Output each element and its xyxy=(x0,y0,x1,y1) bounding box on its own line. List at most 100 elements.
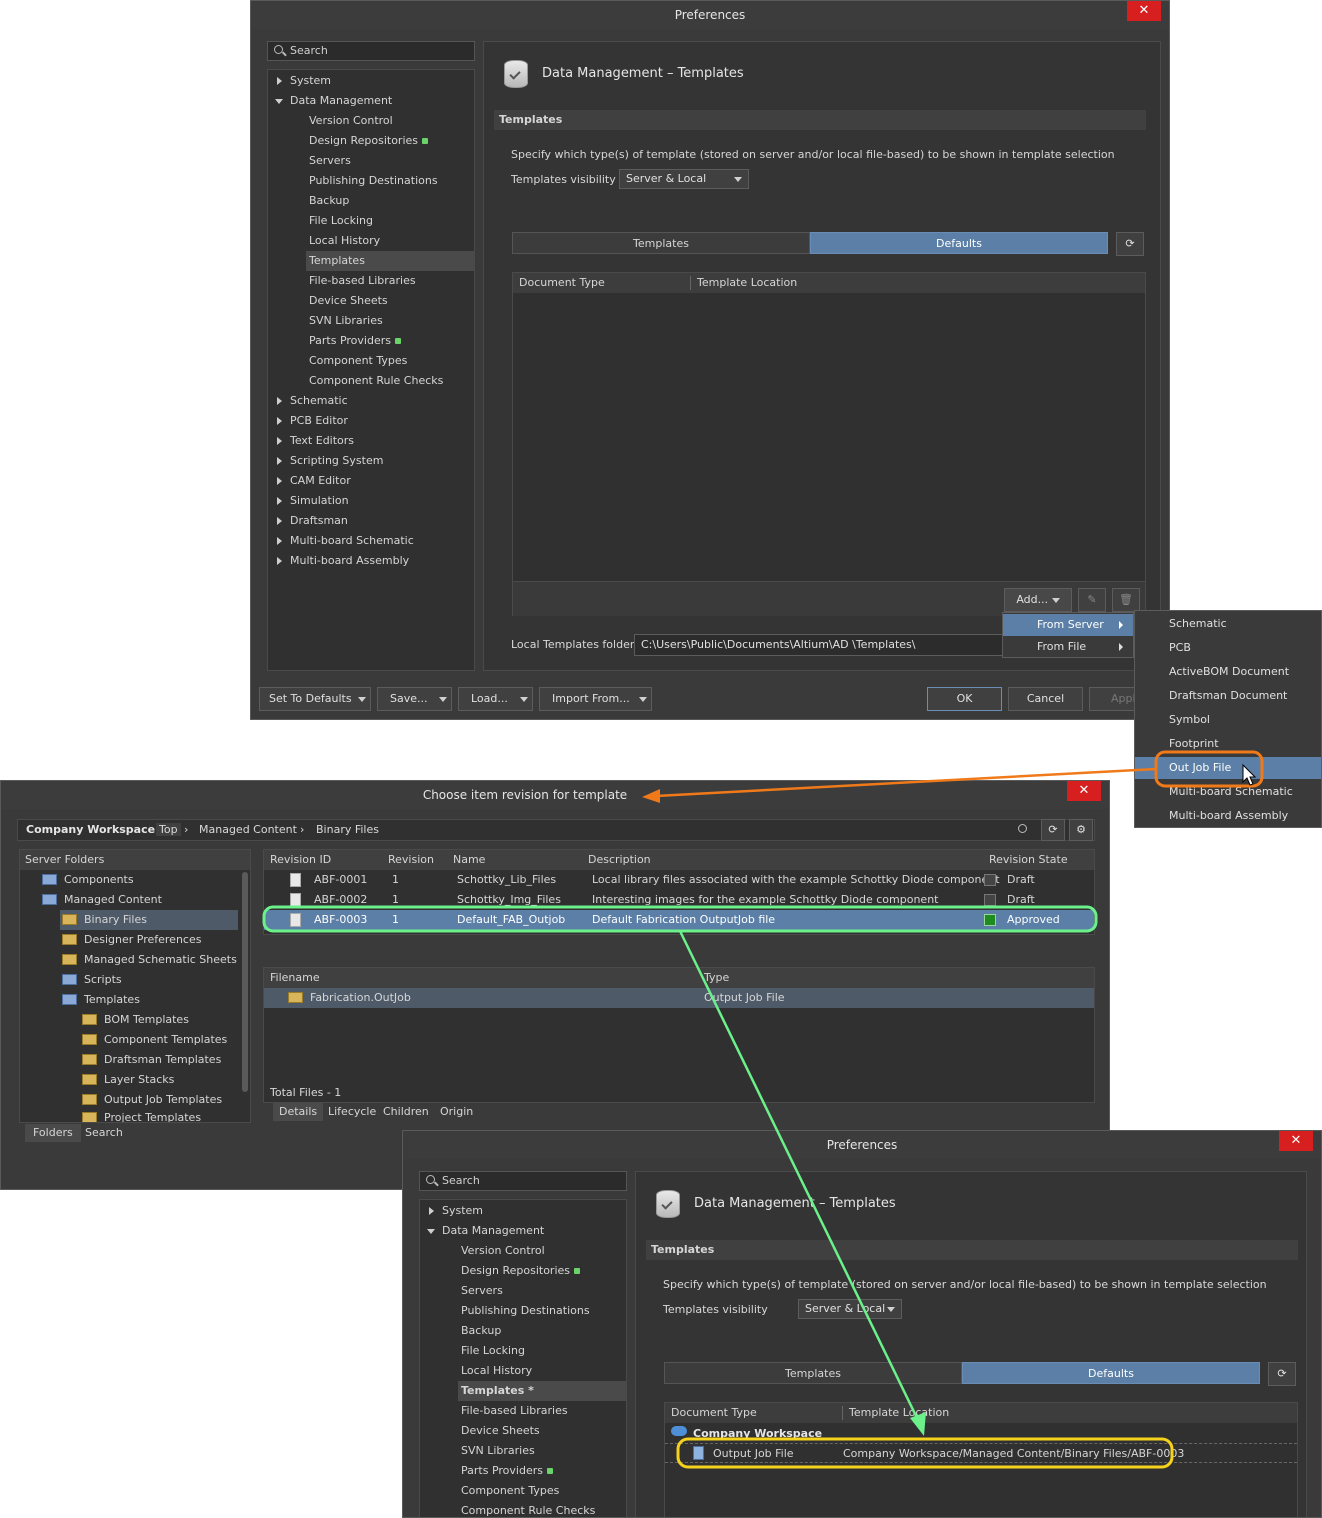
template-entry-row[interactable]: Output Job File Company Workspace/Manage… xyxy=(665,1443,1297,1463)
tree-item-component-rule-checks[interactable]: Component Rule Checks xyxy=(309,371,443,391)
column-template-location[interactable]: Template Location xyxy=(849,1403,949,1423)
folder-project-templates[interactable]: Project Templates xyxy=(82,1108,201,1122)
tree-item-templates[interactable]: Templates xyxy=(306,251,474,271)
table-row-selected[interactable]: ABF-0003 1 Default_FAB_Outjob Default Fa… xyxy=(264,910,1094,930)
tree-item-backup[interactable]: Backup xyxy=(461,1321,501,1341)
local-folder-input[interactable]: C:\Users\Public\Documents\Altium\AD \Tem… xyxy=(634,634,1006,656)
tree-item-pcb-editor[interactable]: PCB Editor xyxy=(290,411,348,431)
close-button[interactable]: ✕ xyxy=(1127,1,1161,21)
tree-item-design-repositories[interactable]: Design Repositories xyxy=(309,131,429,151)
expand-icon[interactable] xyxy=(277,537,282,545)
tree-item-svn-libraries[interactable]: SVN Libraries xyxy=(461,1441,535,1461)
menu-item-schematic[interactable]: Schematic xyxy=(1135,613,1321,635)
tab-defaults[interactable]: Defaults xyxy=(810,232,1108,254)
menu-item-multiboard-assembly[interactable]: Multi-board Assembly xyxy=(1135,805,1321,827)
tree-item-version-control[interactable]: Version Control xyxy=(309,111,393,131)
save-button[interactable]: Save... xyxy=(377,687,452,711)
tree-item-device-sheets[interactable]: Device Sheets xyxy=(309,291,388,311)
search-input[interactable]: Search xyxy=(267,41,475,61)
expand-icon[interactable] xyxy=(277,517,282,525)
folder-scripts[interactable]: Scripts xyxy=(62,970,122,990)
breadcrumb-top[interactable]: Top xyxy=(156,823,181,836)
menu-item-activebom[interactable]: ActiveBOM Document xyxy=(1135,661,1321,683)
tree-item-backup[interactable]: Backup xyxy=(309,191,349,211)
tree-item-scripting-system[interactable]: Scripting System xyxy=(290,451,383,471)
refresh-button[interactable]: ⟳ xyxy=(1268,1362,1296,1386)
menu-item-footprint[interactable]: Footprint xyxy=(1135,733,1321,755)
search-icon[interactable] xyxy=(1018,824,1027,833)
tree-item-parts-providers[interactable]: Parts Providers xyxy=(461,1461,553,1481)
column-type[interactable]: Type xyxy=(704,968,729,988)
cancel-button[interactable]: Cancel xyxy=(1008,687,1083,711)
tab-details[interactable]: Details xyxy=(273,1103,324,1121)
collapse-icon[interactable] xyxy=(427,1229,435,1234)
menu-item-out-job-file[interactable]: Out Job File xyxy=(1135,757,1321,779)
folder-component-templates[interactable]: Component Templates xyxy=(82,1030,227,1050)
folder-components[interactable]: Components xyxy=(42,870,134,890)
menu-item-pcb[interactable]: PCB xyxy=(1135,637,1321,659)
workspace-selector[interactable]: Company Workspace ▾ xyxy=(26,823,164,836)
expand-icon[interactable] xyxy=(277,497,282,505)
tree-item-publishing-destinations[interactable]: Publishing Destinations xyxy=(309,171,438,191)
folder-layer-stacks[interactable]: Layer Stacks xyxy=(82,1070,174,1090)
table-row[interactable]: ABF-0001 1 Schottky_Lib_Files Local libr… xyxy=(264,870,1094,890)
tree-item-publishing-destinations[interactable]: Publishing Destinations xyxy=(461,1301,590,1321)
tree-item-servers[interactable]: Servers xyxy=(461,1281,503,1301)
tab-templates[interactable]: Templates xyxy=(664,1362,962,1384)
menu-item-multiboard-schematic[interactable]: Multi-board Schematic xyxy=(1135,781,1321,803)
column-revision-state[interactable]: Revision State xyxy=(989,850,1068,870)
column-revision-id[interactable]: Revision ID xyxy=(270,850,331,870)
load-button[interactable]: Load... xyxy=(458,687,533,711)
tab-folders[interactable]: Folders xyxy=(25,1124,81,1142)
expand-icon[interactable] xyxy=(277,77,282,85)
tab-search[interactable]: Search xyxy=(81,1124,127,1142)
expand-icon[interactable] xyxy=(277,457,282,465)
visibility-dropdown[interactable]: Server & Local xyxy=(798,1299,902,1319)
ok-button[interactable]: OK xyxy=(927,687,1002,711)
menu-item-symbol[interactable]: Symbol xyxy=(1135,709,1321,731)
tree-item-file-based-libraries[interactable]: File-based Libraries xyxy=(309,271,416,291)
delete-button[interactable]: 🗑 xyxy=(1112,588,1140,612)
folder-templates[interactable]: Templates xyxy=(62,990,140,1010)
tree-item-system[interactable]: System xyxy=(290,71,331,91)
edit-button[interactable]: ✎ xyxy=(1078,588,1106,612)
tree-item-local-history[interactable]: Local History xyxy=(309,231,380,251)
tree-item-multi-board-assembly[interactable]: Multi-board Assembly xyxy=(290,551,409,571)
breadcrumb-managed-content[interactable]: Managed Content xyxy=(199,823,297,836)
refresh-button[interactable]: ⟳ xyxy=(1041,819,1065,841)
tab-templates[interactable]: Templates xyxy=(512,232,810,254)
folder-binary-files[interactable]: Binary Files xyxy=(60,910,238,930)
gear-icon[interactable]: ⚙ xyxy=(1069,819,1093,841)
tree-item-system[interactable]: System xyxy=(442,1201,483,1221)
tree-item-simulation[interactable]: Simulation xyxy=(290,491,349,511)
column-name[interactable]: Name xyxy=(453,850,485,870)
folder-managed-content[interactable]: Managed Content xyxy=(42,890,162,910)
tree-item-component-rule-checks[interactable]: Component Rule Checks xyxy=(461,1501,595,1517)
expand-icon[interactable] xyxy=(277,437,282,445)
column-template-location[interactable]: Template Location xyxy=(697,273,797,293)
tree-item-templates[interactable]: Templates * xyxy=(458,1381,626,1401)
tree-item-file-locking[interactable]: File Locking xyxy=(309,211,373,231)
collapse-icon[interactable] xyxy=(275,99,283,104)
menu-item-draftsman[interactable]: Draftsman Document xyxy=(1135,685,1321,707)
tree-item-design-repositories[interactable]: Design Repositories xyxy=(461,1261,581,1281)
tree-item-parts-providers[interactable]: Parts Providers xyxy=(309,331,401,351)
table-row[interactable]: ABF-0002 1 Schottky_Img_Files Interestin… xyxy=(264,890,1094,910)
column-document-type[interactable]: Document Type xyxy=(671,1403,757,1423)
tree-item-data-management[interactable]: Data Management xyxy=(290,91,392,111)
tab-origin[interactable]: Origin xyxy=(437,1103,476,1121)
column-filename[interactable]: Filename xyxy=(270,968,320,988)
tree-item-component-types[interactable]: Component Types xyxy=(461,1481,559,1501)
expand-icon[interactable] xyxy=(277,417,282,425)
folder-draftsman-templates[interactable]: Draftsman Templates xyxy=(82,1050,221,1070)
refresh-button[interactable]: ⟳ xyxy=(1116,232,1144,256)
add-button[interactable]: Add... xyxy=(1004,588,1072,612)
tree-item-cam-editor[interactable]: CAM Editor xyxy=(290,471,351,491)
tree-item-text-editors[interactable]: Text Editors xyxy=(290,431,354,451)
tree-item-data-management[interactable]: Data Management xyxy=(442,1221,544,1241)
expand-icon[interactable] xyxy=(277,477,282,485)
breadcrumb-binary-files[interactable]: Binary Files xyxy=(316,823,379,836)
tree-item-servers[interactable]: Servers xyxy=(309,151,351,171)
expand-icon[interactable] xyxy=(277,557,282,565)
workspace-group-row[interactable]: Company Workspace xyxy=(665,1423,1297,1439)
